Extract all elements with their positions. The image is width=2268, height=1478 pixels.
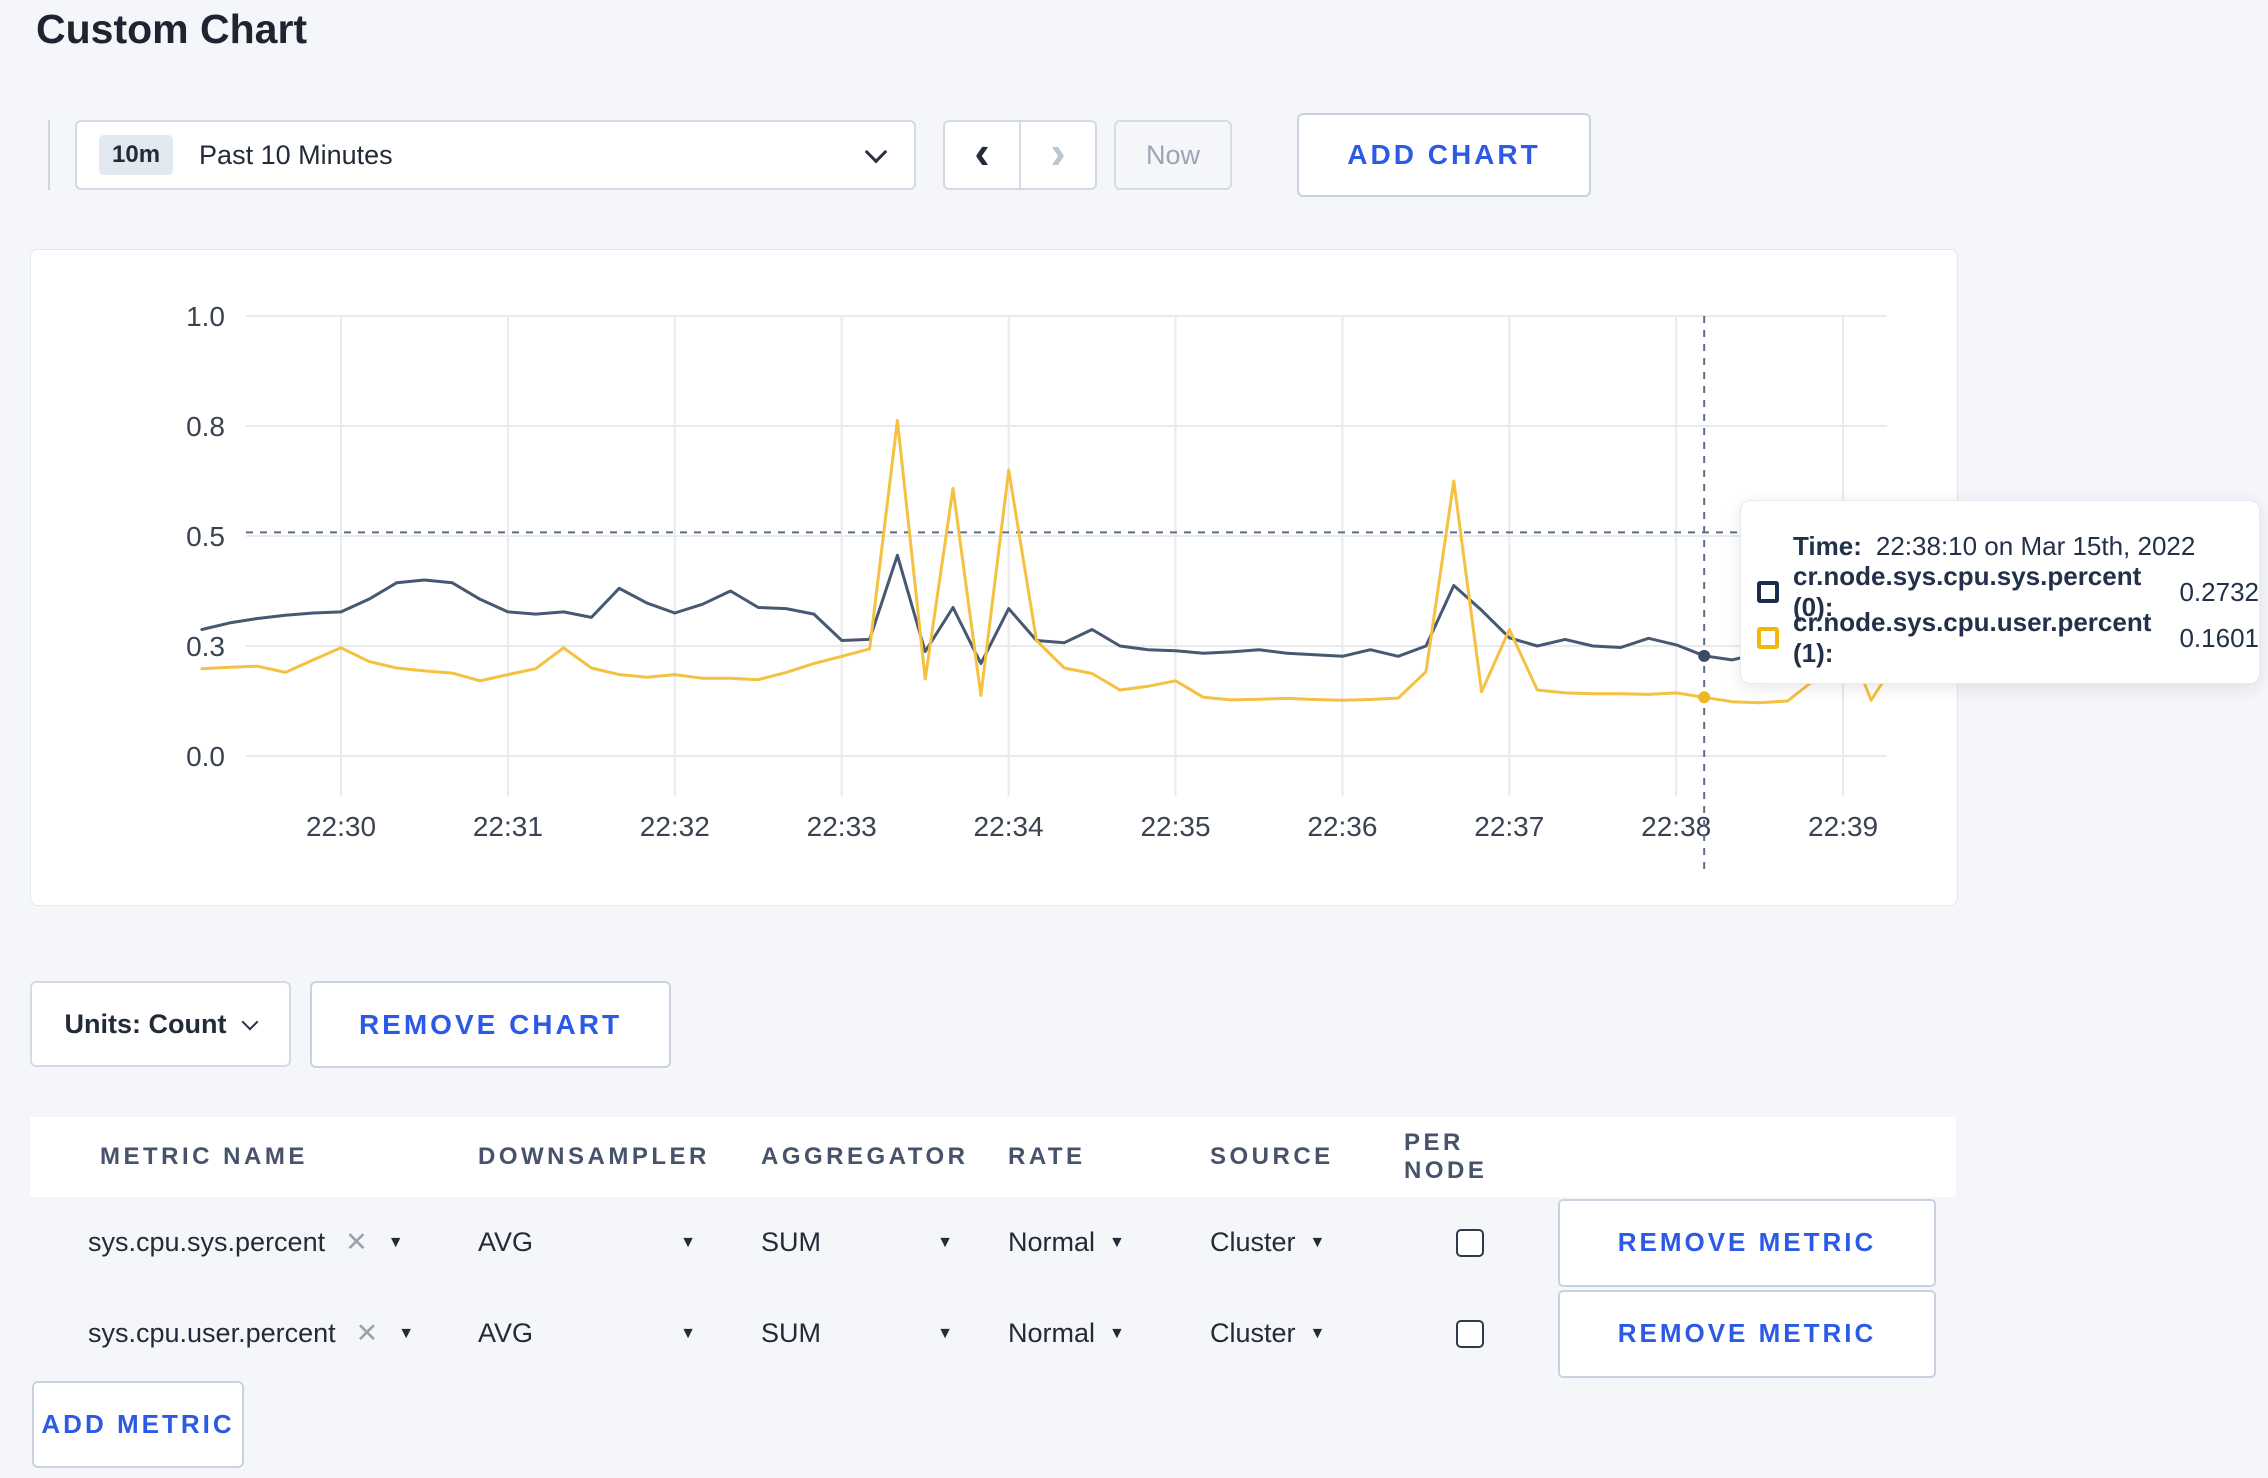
svg-text:22:36: 22:36 <box>1307 811 1377 842</box>
svg-text:0.0: 0.0 <box>186 741 225 772</box>
time-nav-group: ‹ › <box>943 120 1097 190</box>
per-node-checkbox[interactable] <box>1456 1319 1484 1348</box>
tooltip-time-value: 22:38:10 on Mar 15th, 2022 <box>1875 530 2196 561</box>
chevron-right-icon: › <box>1050 126 1066 178</box>
units-label: Units: Count <box>64 1008 227 1039</box>
col-header-source: SOURCE <box>1210 1143 1334 1170</box>
svg-text:22:39: 22:39 <box>1808 811 1878 842</box>
add-metric-button[interactable]: ADD METRIC <box>32 1381 244 1468</box>
aggregator-value[interactable]: SUM <box>761 1227 821 1258</box>
remove-metric-button[interactable]: REMOVE METRIC <box>1558 1289 1936 1378</box>
svg-text:0.8: 0.8 <box>186 411 225 442</box>
col-header-downsampler: DOWNSAMPLER <box>478 1143 710 1170</box>
col-header-per-node: PER NODE <box>1404 1129 1488 1184</box>
metrics-table: METRIC NAME DOWNSAMPLER AGGREGATOR RATE … <box>30 1117 1956 1379</box>
metric-dropdown-caret-icon[interactable]: ▼ <box>398 1325 414 1343</box>
time-range-label: Past 10 Minutes <box>199 139 393 170</box>
svg-text:0.3: 0.3 <box>186 631 225 662</box>
tooltip-series-name: cr.node.sys.cpu.user.percent (1): <box>1793 607 2152 668</box>
aggregator-caret-icon[interactable]: ▼ <box>937 1234 953 1252</box>
remove-chart-button[interactable]: REMOVE CHART <box>310 981 671 1068</box>
now-button[interactable]: Now <box>1114 120 1232 190</box>
units-dropdown[interactable]: Units: Count <box>30 981 291 1067</box>
svg-text:22:37: 22:37 <box>1474 811 1544 842</box>
col-header-aggregator: AGGREGATOR <box>761 1143 969 1170</box>
source-caret-icon[interactable]: ▼ <box>1310 1234 1326 1252</box>
page-title: Custom Chart <box>36 6 308 52</box>
col-header-rate: RATE <box>1008 1143 1086 1170</box>
remove-metric-button[interactable]: REMOVE METRIC <box>1558 1198 1936 1287</box>
svg-text:22:38: 22:38 <box>1641 811 1711 842</box>
aggregator-caret-icon[interactable]: ▼ <box>937 1325 953 1343</box>
svg-text:22:32: 22:32 <box>640 811 710 842</box>
rate-value[interactable]: Normal <box>1008 1318 1095 1349</box>
metric-name: sys.cpu.sys.percent <box>88 1227 326 1257</box>
remove-metric-x-icon[interactable]: ✕ <box>345 1227 368 1258</box>
remove-metric-x-icon[interactable]: ✕ <box>356 1318 379 1349</box>
time-forward-button[interactable]: › <box>1021 122 1095 188</box>
tooltip-series-row: cr.node.sys.cpu.user.percent (1): 0.1601 <box>1757 607 2259 668</box>
downsampler-caret-icon[interactable]: ▼ <box>680 1234 696 1252</box>
metric-name: sys.cpu.user.percent <box>88 1318 336 1348</box>
metrics-table-header: METRIC NAME DOWNSAMPLER AGGREGATOR RATE … <box>30 1117 1956 1197</box>
series-user-swatch-icon <box>1757 627 1779 649</box>
table-row: sys.cpu.sys.percent ✕ ▼ AVG ▼ SUM ▼ Norm… <box>30 1197 1956 1288</box>
downsampler-caret-icon[interactable]: ▼ <box>680 1325 696 1343</box>
table-row: sys.cpu.user.percent ✕ ▼ AVG ▼ SUM ▼ Nor… <box>30 1288 1956 1379</box>
svg-text:22:34: 22:34 <box>974 811 1044 842</box>
svg-text:22:30: 22:30 <box>306 811 376 842</box>
tooltip-series-value: 0.1601 <box>2179 622 2259 653</box>
chevron-down-icon <box>241 1013 259 1031</box>
chart-card: 1.0 0.8 0.5 0.3 0.0 22:30 22:31 22:32 22:33 22:34… <box>30 249 1958 906</box>
tooltip-series-value: 0.2732 <box>2179 576 2259 607</box>
svg-text:1.0: 1.0 <box>186 301 225 332</box>
time-range-badge: 10m <box>99 135 174 175</box>
downsampler-value[interactable]: AVG <box>478 1318 533 1349</box>
chart-tooltip: Time: 22:38:10 on Mar 15th, 2022 cr.node… <box>1740 500 2260 684</box>
metric-dropdown-caret-icon[interactable]: ▼ <box>388 1234 404 1252</box>
svg-text:22:31: 22:31 <box>473 811 543 842</box>
source-caret-icon[interactable]: ▼ <box>1310 1325 1326 1343</box>
svg-text:22:35: 22:35 <box>1140 811 1210 842</box>
toolbar-divider <box>48 120 50 190</box>
timeseries-chart[interactable]: 1.0 0.8 0.5 0.3 0.0 22:30 22:31 22:32 22:33 22:34… <box>31 250 1957 905</box>
downsampler-value[interactable]: AVG <box>478 1227 533 1258</box>
aggregator-value[interactable]: SUM <box>761 1318 821 1349</box>
svg-text:22:33: 22:33 <box>807 811 877 842</box>
rate-caret-icon[interactable]: ▼ <box>1109 1325 1125 1343</box>
source-value[interactable]: Cluster <box>1210 1318 1296 1349</box>
add-chart-button[interactable]: ADD CHART <box>1297 113 1591 197</box>
time-range-dropdown[interactable]: 10m Past 10 Minutes <box>75 120 916 190</box>
rate-caret-icon[interactable]: ▼ <box>1109 1234 1125 1252</box>
chevron-left-icon: ‹ <box>974 126 990 178</box>
tooltip-time-label: Time: <box>1793 530 1862 561</box>
source-value[interactable]: Cluster <box>1210 1227 1296 1258</box>
rate-value[interactable]: Normal <box>1008 1227 1095 1258</box>
per-node-checkbox[interactable] <box>1456 1228 1484 1257</box>
series-sys-swatch-icon <box>1757 581 1779 603</box>
svg-text:0.5: 0.5 <box>186 521 225 552</box>
time-back-button[interactable]: ‹ <box>945 122 1021 188</box>
custom-chart-page: Custom Chart 10m Past 10 Minutes ‹ › Now… <box>0 0 2268 1478</box>
chevron-down-icon <box>864 140 888 164</box>
col-header-metric-name: METRIC NAME <box>100 1143 308 1170</box>
